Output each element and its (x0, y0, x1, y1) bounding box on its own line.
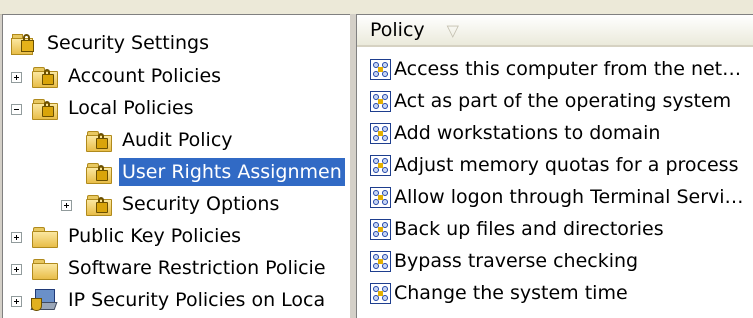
tree-item-public-key-policies[interactable]: Public Key Policies (31, 220, 244, 252)
console-tree: Security Settings Account Policies Local… (2, 14, 351, 318)
tree-item-label: Local Policies (68, 97, 194, 119)
policy-icon (370, 282, 391, 304)
policy-name: Allow logon through Terminal Servi… (394, 186, 744, 208)
policy-name: Add workstations to domain (394, 122, 661, 144)
list-item[interactable]: Act as part of the operating system (370, 85, 731, 117)
policy-icon (370, 90, 391, 112)
locked-folder-icon (31, 98, 58, 120)
policy-icon (370, 58, 391, 80)
folder-icon (31, 258, 58, 280)
policy-icon (370, 218, 391, 240)
tree-item-label: Public Key Policies (68, 225, 242, 247)
tree-item-security-settings[interactable]: Security Settings (11, 27, 212, 59)
expand-plus-icon[interactable] (11, 264, 22, 275)
collapse-minus-icon[interactable] (11, 104, 22, 115)
policy-icon (370, 250, 391, 272)
locked-folder-icon (85, 162, 112, 184)
policy-name: Access this computer from the net… (394, 58, 742, 80)
toolbar-strip (0, 0, 753, 15)
tree-item-label: Security Settings (47, 32, 209, 54)
list-item[interactable]: Back up files and directories (370, 213, 664, 245)
tree-item-security-options[interactable]: Security Options (85, 188, 282, 220)
tree-item-audit-policy[interactable]: Audit Policy (85, 124, 236, 156)
tree-item-label: Software Restriction Policie (68, 257, 326, 279)
policy-name: Adjust memory quotas for a process (394, 154, 739, 176)
list-item[interactable]: Allow logon through Terminal Servi… (370, 181, 744, 213)
expand-plus-icon[interactable] (11, 72, 22, 83)
expand-plus-icon[interactable] (11, 296, 22, 307)
security-settings-icon (11, 31, 35, 55)
tree-item-user-rights-assignment[interactable]: User Rights Assignmen (85, 156, 345, 188)
list-item[interactable]: Bypass traverse checking (370, 245, 638, 277)
tree-item-label: IP Security Policies on Loca (68, 289, 326, 311)
policy-list: Policy ▽ Access this computer from the n… (356, 14, 753, 318)
tree-item-label: Account Policies (68, 65, 222, 87)
tree-item-label: Security Options (122, 193, 280, 215)
tree-item-ip-security-policies[interactable]: IP Security Policies on Loca (30, 284, 328, 316)
list-item[interactable]: Add workstations to domain (370, 117, 660, 149)
column-header-policy[interactable]: Policy ▽ (357, 15, 459, 45)
tree-item-local-policies[interactable]: Local Policies (31, 92, 197, 124)
locked-folder-icon (31, 66, 58, 88)
expand-plus-icon[interactable] (61, 200, 72, 211)
policy-name: Back up files and directories (394, 218, 664, 240)
folder-icon (31, 226, 58, 248)
locked-folder-icon (85, 194, 112, 216)
policy-icon (370, 154, 391, 176)
expand-plus-icon[interactable] (11, 232, 22, 243)
list-header: Policy ▽ (357, 15, 753, 47)
list-item[interactable]: Access this computer from the net… (370, 53, 741, 85)
tree-item-software-restriction-policies[interactable]: Software Restriction Policie (31, 252, 329, 284)
list-item[interactable]: Change the system time (370, 277, 628, 309)
tree-item-label: User Rights Assignmen (119, 158, 345, 186)
column-header-label: Policy (370, 19, 425, 41)
tree-item-label: Audit Policy (122, 129, 233, 151)
locked-folder-icon (85, 130, 112, 152)
policy-icon (370, 186, 391, 208)
sort-indicator-icon: ▽ (446, 20, 459, 40)
policy-name: Bypass traverse checking (394, 250, 639, 272)
tree-item-account-policies[interactable]: Account Policies (31, 60, 224, 92)
policy-icon (370, 122, 391, 144)
list-item[interactable]: Adjust memory quotas for a process (370, 149, 738, 181)
policy-name: Act as part of the operating system (394, 90, 732, 112)
ip-security-icon (30, 288, 58, 312)
policy-name: Change the system time (394, 282, 628, 304)
